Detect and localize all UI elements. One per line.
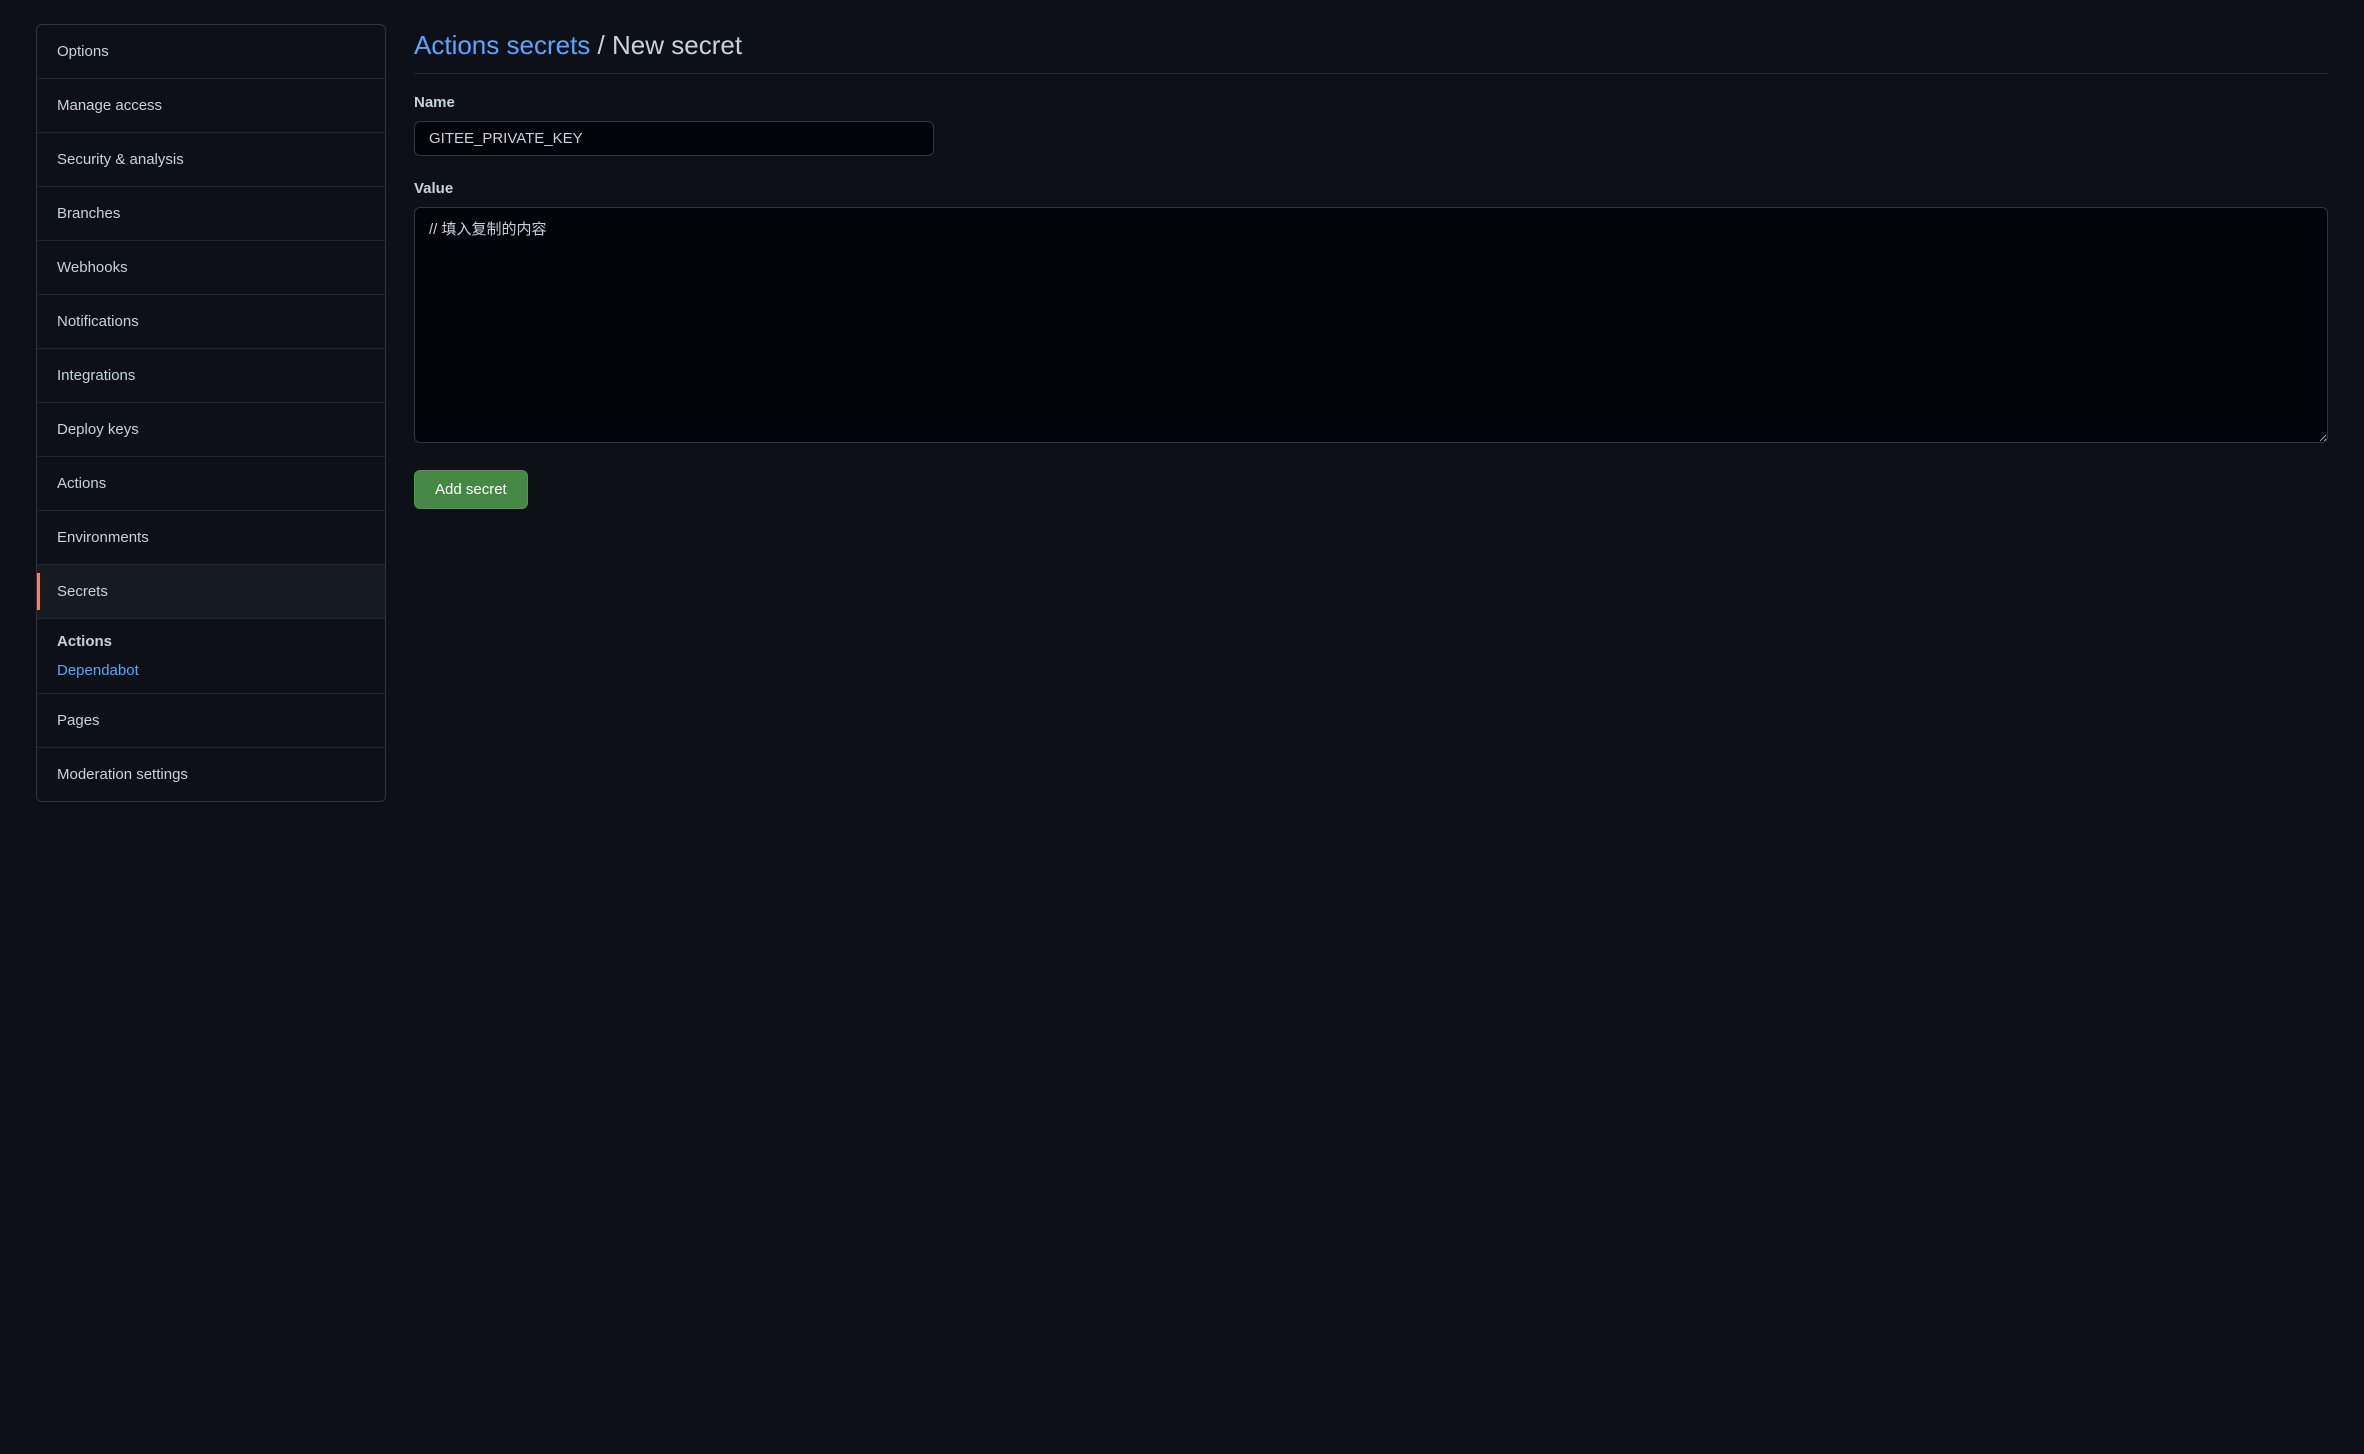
sidebar-item-label: Branches <box>57 205 120 222</box>
sidebar-item-moderation-settings[interactable]: Moderation settings <box>37 748 385 801</box>
sidebar-item-deploy-keys[interactable]: Deploy keys <box>37 403 385 457</box>
sidebar-item-actions[interactable]: Actions <box>37 457 385 511</box>
sidebar-item-label: Deploy keys <box>57 421 139 438</box>
page-title: Actions secrets / New secret <box>414 30 2328 74</box>
sidebar-item-webhooks[interactable]: Webhooks <box>37 241 385 295</box>
add-secret-button[interactable]: Add secret <box>414 470 528 509</box>
sidebar-item-label: Options <box>57 43 109 60</box>
value-label: Value <box>414 180 2328 197</box>
main-content: Actions secrets / New secret Name Value … <box>414 24 2328 802</box>
sidebar-item-branches[interactable]: Branches <box>37 187 385 241</box>
name-label: Name <box>414 94 2328 111</box>
breadcrumb-current: New secret <box>612 30 742 60</box>
form-group-name: Name <box>414 94 2328 156</box>
sidebar-item-label: Webhooks <box>57 259 128 276</box>
sidebar-item-secrets[interactable]: Secrets <box>37 565 385 619</box>
secret-value-textarea[interactable] <box>414 207 2328 443</box>
settings-sidebar: Options Manage access Security & analysi… <box>36 24 386 802</box>
secrets-sub-actions[interactable]: Actions <box>57 633 365 650</box>
sidebar-item-label: Pages <box>57 712 100 729</box>
form-group-value: Value <box>414 180 2328 446</box>
secret-name-input[interactable] <box>414 121 934 156</box>
sidebar-item-label: Secrets <box>57 583 108 600</box>
sidebar-item-label: Integrations <box>57 367 135 384</box>
breadcrumb-link-actions-secrets[interactable]: Actions secrets <box>414 30 590 60</box>
sidebar-item-label: Security & analysis <box>57 151 184 168</box>
sidebar-item-label: Notifications <box>57 313 139 330</box>
sidebar-item-pages[interactable]: Pages <box>37 694 385 748</box>
sidebar-secrets-subsection: Actions Dependabot <box>37 619 385 694</box>
sidebar-item-notifications[interactable]: Notifications <box>37 295 385 349</box>
sidebar-item-label: Manage access <box>57 97 162 114</box>
secrets-sub-dependabot[interactable]: Dependabot <box>57 650 365 679</box>
sidebar-item-manage-access[interactable]: Manage access <box>37 79 385 133</box>
sidebar-item-integrations[interactable]: Integrations <box>37 349 385 403</box>
sidebar-item-label: Environments <box>57 529 149 546</box>
sidebar-item-options[interactable]: Options <box>37 25 385 79</box>
sidebar-item-label: Actions <box>57 475 106 492</box>
breadcrumb-separator: / <box>598 30 612 60</box>
sidebar-item-security-analysis[interactable]: Security & analysis <box>37 133 385 187</box>
sidebar-item-label: Moderation settings <box>57 766 188 783</box>
sidebar-item-environments[interactable]: Environments <box>37 511 385 565</box>
